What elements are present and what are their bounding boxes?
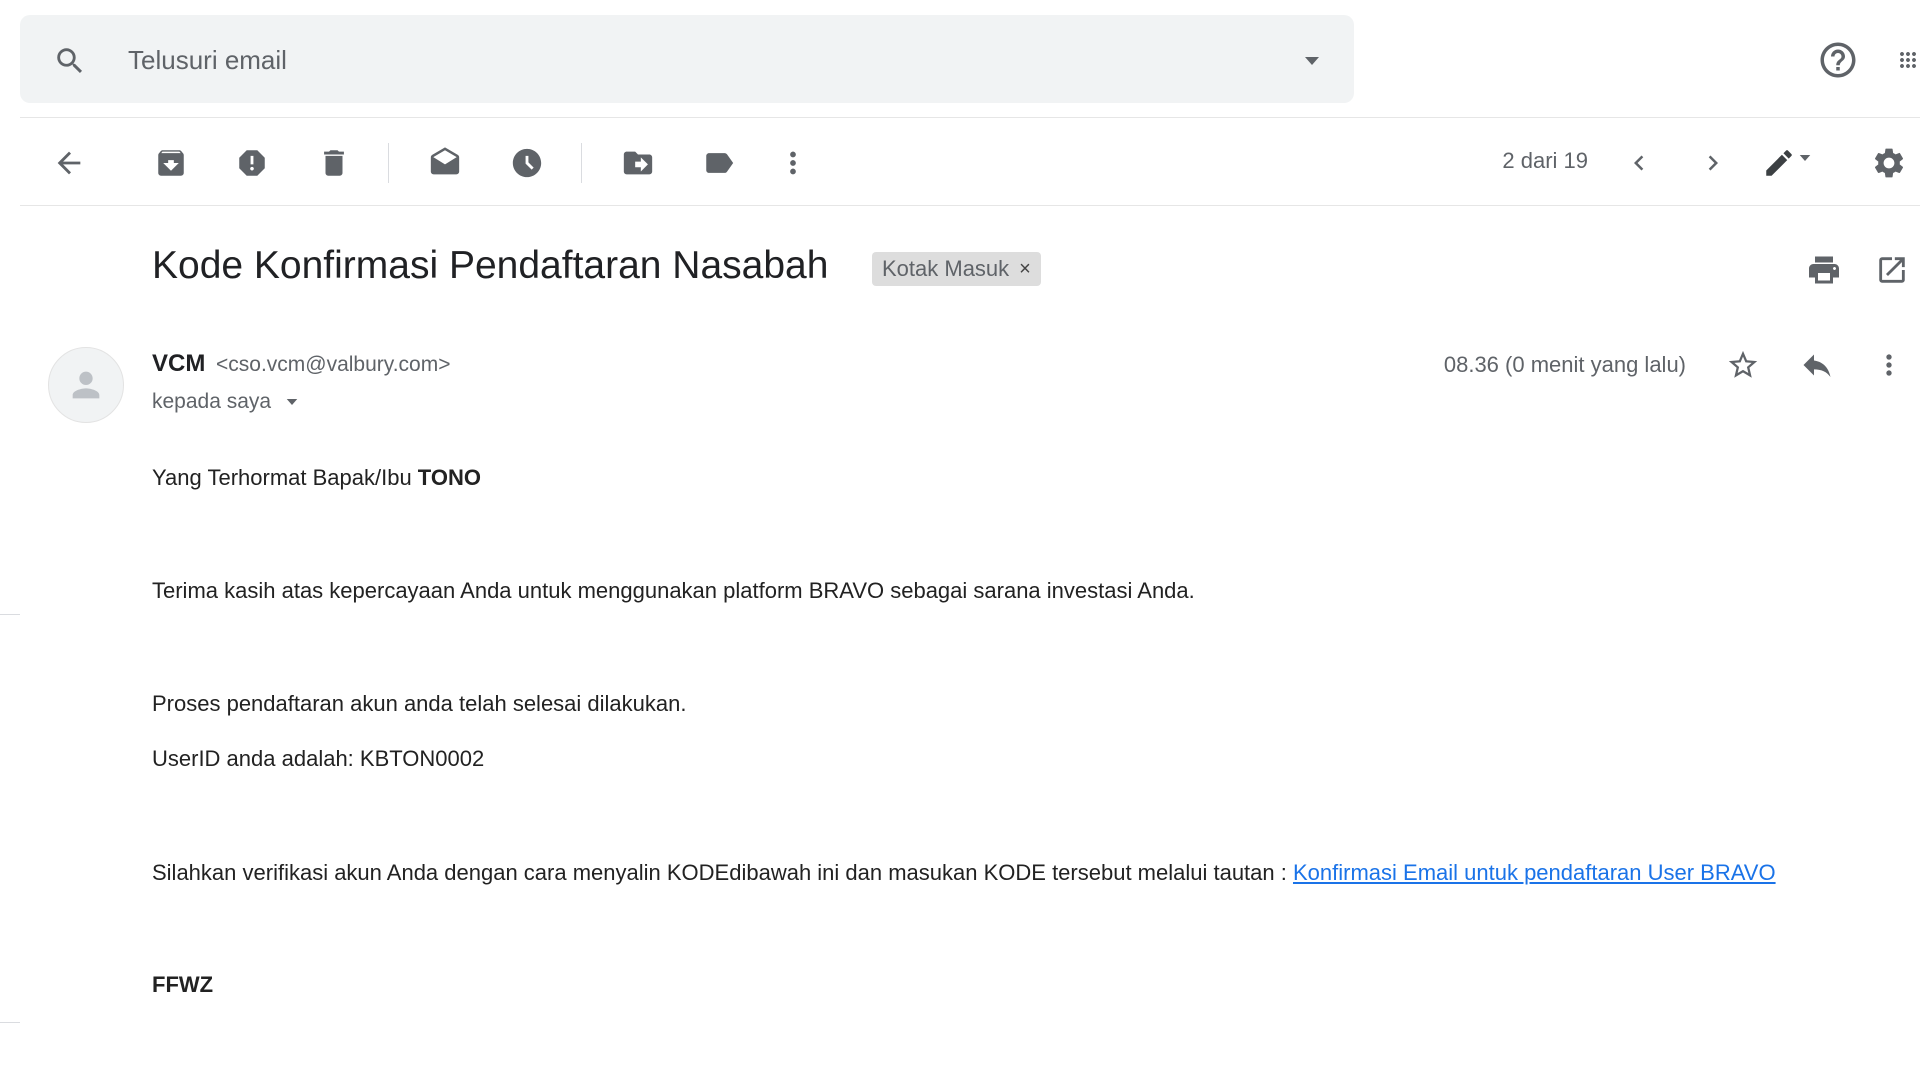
message-counter: 2 dari 19	[1502, 148, 1588, 173]
verification-instruction: Silahkan verifikasi akun Anda dengan car…	[152, 860, 1293, 885]
chevron-down-icon[interactable]	[283, 393, 301, 411]
star-icon[interactable]	[1722, 344, 1764, 386]
email-subject: Kode Konfirmasi Pendaftaran Nasabah	[152, 244, 829, 287]
open-in-new-window-icon[interactable]	[1870, 248, 1914, 292]
greeting-prefix: Yang Terhormat Bapak/Ibu	[152, 465, 418, 490]
search-bar[interactable]	[20, 15, 1354, 103]
toolbar-divider-line	[20, 205, 1920, 206]
clock-icon[interactable]	[506, 142, 548, 184]
archive-icon[interactable]	[150, 142, 192, 184]
chevron-right-icon[interactable]	[1692, 142, 1734, 184]
greeting-name: TONO	[417, 465, 481, 490]
reply-icon[interactable]	[1796, 344, 1838, 386]
left-edge-divider	[0, 614, 20, 615]
apps-grid-icon[interactable]	[1896, 40, 1920, 80]
gear-icon[interactable]	[1868, 142, 1910, 184]
remove-label-button[interactable]: ×	[1019, 258, 1031, 281]
toolbar-divider	[581, 143, 582, 183]
header-divider	[20, 117, 1920, 118]
sender-name[interactable]: VCM	[152, 350, 205, 378]
confirmation-link[interactable]: Konfirmasi Email untuk pendaftaran User …	[1293, 860, 1776, 885]
more-vertical-icon[interactable]	[772, 142, 814, 184]
email-paragraph: UserID anda adalah: KBTON0002	[152, 746, 485, 771]
search-options-dropdown-icon[interactable]	[1292, 41, 1332, 81]
person-icon	[72, 371, 100, 399]
chevron-left-icon[interactable]	[1618, 142, 1660, 184]
email-paragraph: Terima kasih atas kepercayaan Anda untuk…	[152, 578, 1195, 603]
more-vertical-icon[interactable]	[1868, 344, 1910, 386]
left-edge-divider	[0, 1022, 20, 1023]
sender-email: <cso.vcm@valbury.com>	[216, 353, 451, 376]
toolbar-divider	[388, 143, 389, 183]
email-greeting: Yang Terhormat Bapak/Ibu TONO	[152, 465, 481, 491]
recipient-label: kepada saya	[152, 390, 272, 413]
mark-unread-icon[interactable]	[424, 142, 466, 184]
search-icon[interactable]	[50, 41, 90, 81]
email-timestamp: 08.36 (0 menit yang lalu)	[1443, 352, 1686, 377]
trash-icon[interactable]	[313, 142, 355, 184]
label-icon[interactable]	[698, 142, 740, 184]
pencil-icon[interactable]	[1762, 142, 1828, 184]
print-icon[interactable]	[1802, 248, 1846, 292]
avatar	[48, 347, 124, 423]
move-to-icon[interactable]	[617, 142, 659, 184]
email-paragraph: Proses pendaftaran akun anda telah seles…	[152, 691, 687, 716]
recipient-details[interactable]: kepada saya	[152, 390, 301, 414]
arrow-left-icon[interactable]	[48, 142, 90, 184]
email-paragraph: Silahkan verifikasi akun Anda dengan car…	[152, 860, 1776, 886]
verification-code-text: FFWZ	[152, 972, 214, 997]
label-chip-inbox: Kotak Masuk ×	[872, 252, 1041, 286]
search-input[interactable]	[126, 41, 1230, 79]
report-spam-icon[interactable]	[231, 142, 273, 184]
label-chip-text: Kotak Masuk	[882, 256, 1010, 281]
verification-code: FFWZ	[152, 972, 213, 998]
help-icon[interactable]	[1814, 36, 1862, 84]
